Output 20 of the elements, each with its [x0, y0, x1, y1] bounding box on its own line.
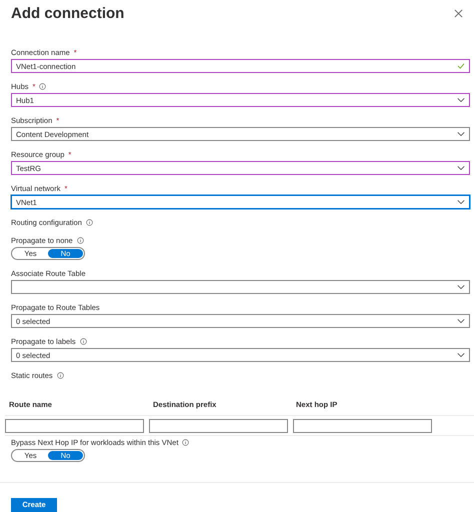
info-icon[interactable] — [76, 236, 84, 244]
close-icon[interactable] — [454, 8, 463, 18]
info-icon[interactable] — [80, 338, 87, 344]
dropdown[interactable] — [11, 280, 470, 294]
input-field[interactable] — [293, 418, 432, 432]
info-icon[interactable] — [39, 82, 46, 90]
info-icon[interactable] — [182, 438, 190, 446]
info-icon[interactable] — [56, 372, 64, 378]
chevron-down-icon — [457, 97, 465, 103]
input-field[interactable] — [149, 418, 288, 432]
chevron-down-icon — [457, 352, 465, 358]
chevron-down-icon — [457, 318, 465, 324]
input-field[interactable] — [5, 418, 144, 432]
chevron-down-icon — [457, 199, 465, 205]
chevron-down-icon — [457, 165, 465, 171]
checkmark-icon — [457, 63, 465, 69]
chevron-down-icon — [457, 131, 465, 137]
chevron-down-icon — [457, 284, 465, 290]
panel-title: Add connection — [11, 4, 124, 22]
info-icon[interactable] — [86, 218, 93, 226]
